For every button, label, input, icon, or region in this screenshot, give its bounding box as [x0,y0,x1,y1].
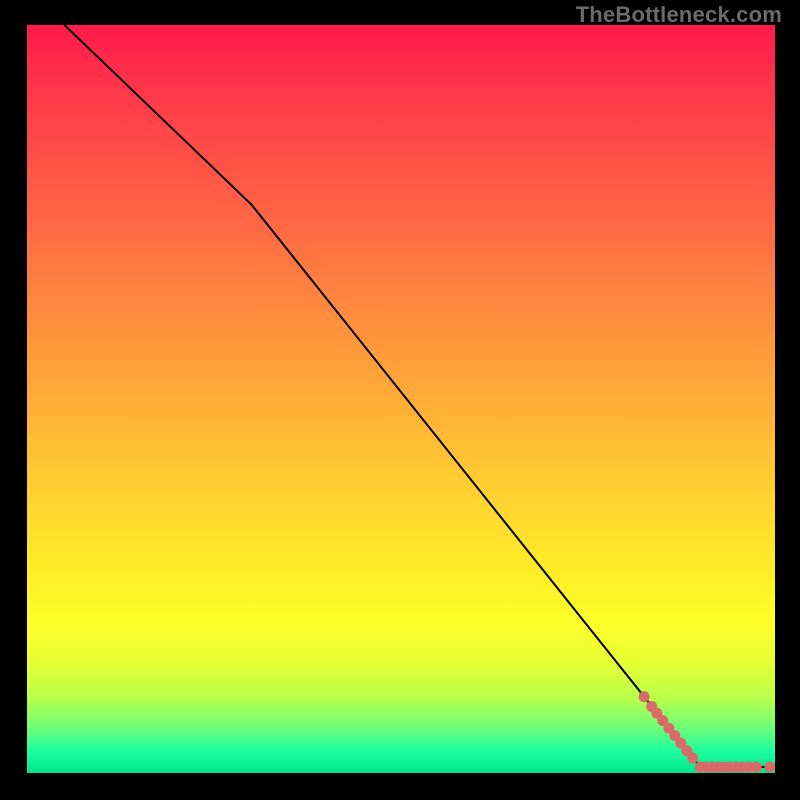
chart-markers [639,691,775,772]
chart-frame: TheBottleneck.com [0,0,800,800]
chart-curve [64,25,775,767]
data-point [639,691,650,702]
chart-overlay [27,25,775,773]
data-point [687,753,698,764]
data-point [751,762,762,773]
data-point [764,762,775,773]
